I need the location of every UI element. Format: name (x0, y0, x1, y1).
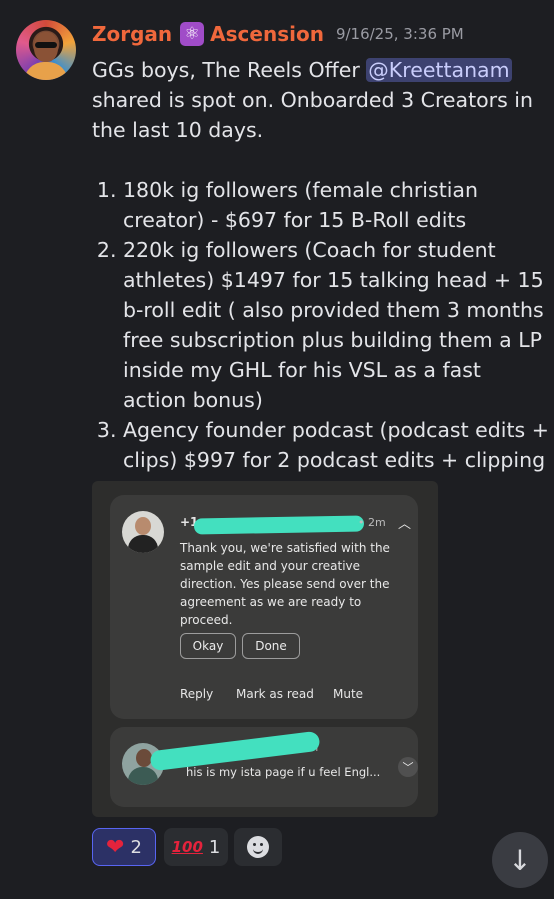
user-mention[interactable]: @Kreettanam (366, 58, 512, 82)
message-text-after: shared is spot on. Onboarded 3 Creators … (92, 88, 533, 142)
chevron-down-icon: ﹀ (398, 757, 418, 777)
scroll-down-button[interactable]: ↓ (492, 832, 548, 888)
chevron-up-icon: ︿ (398, 517, 412, 532)
heart-reaction[interactable]: ❤ 2 (92, 828, 156, 866)
notification-preview: his is my ista page if u feel Engl... (186, 765, 381, 779)
message-header: Zorgan ⚛ Ascension 9/16/25, 3:36 PM (92, 22, 464, 46)
message-text-before: GGs boys, The Reels Offer (92, 58, 367, 82)
creator-list: 180k ig followers (female christian crea… (92, 175, 550, 505)
author-avatar[interactable] (16, 20, 76, 80)
heart-icon: ❤ (106, 834, 125, 860)
redaction-mark (193, 515, 365, 535)
message-intro: GGs boys, The Reels Offer @Kreettanam sh… (92, 55, 550, 145)
add-reaction-button[interactable] (234, 828, 282, 866)
notification-card: 2m his is my ista page if u feel Engl...… (110, 727, 418, 807)
reaction-count: 1 (208, 836, 221, 858)
hundred-points-icon: 100 (171, 838, 203, 856)
notification-body: Thank you, we're satisfied with the samp… (180, 541, 390, 627)
image-attachment[interactable]: +1 • 2m ︿ Thank you, we're satisfied wit… (92, 481, 438, 817)
done-button: Done (242, 633, 300, 659)
smiley-icon (247, 836, 269, 858)
avatar-shirt (24, 62, 68, 80)
reply-action: Reply (180, 687, 214, 701)
hundred-points-reaction[interactable]: 100 1 (164, 828, 228, 866)
atom-role-icon: ⚛ (180, 22, 205, 46)
list-item: 220k ig followers (Coach for student ath… (123, 235, 550, 415)
reaction-count: 2 (130, 836, 142, 858)
okay-button: Okay (180, 633, 236, 659)
notification-avatar (122, 511, 164, 553)
author-name[interactable]: Zorgan (92, 22, 172, 46)
author-role[interactable]: Ascension (210, 22, 324, 46)
list-item: 180k ig followers (female christian crea… (123, 175, 550, 235)
avatar-glasses (35, 42, 57, 48)
message-content: GGs boys, The Reels Offer @Kreettanam sh… (92, 55, 550, 505)
arrow-down-icon: ↓ (508, 843, 532, 877)
mark-as-read-action: Mark as read (236, 687, 314, 701)
message-timestamp: 9/16/25, 3:36 PM (335, 25, 464, 43)
mute-action: Mute (333, 687, 364, 701)
notification-card: +1 • 2m ︿ Thank you, we're satisfied wit… (110, 495, 418, 719)
notification-time: • 2m (358, 516, 386, 529)
